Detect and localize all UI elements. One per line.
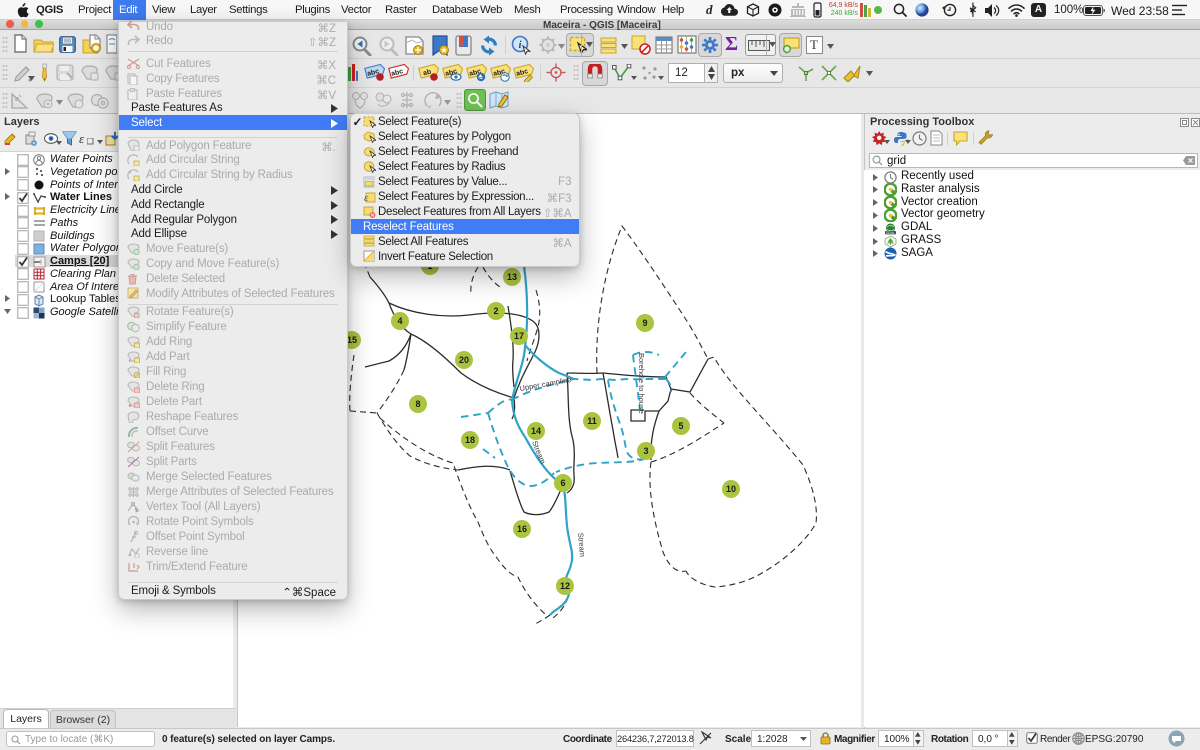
svg-text:3: 3 [643,446,648,456]
svg-text:14: 14 [531,426,541,436]
svg-text:Upper campline: Upper campline [519,375,572,393]
svg-text:13: 13 [507,272,517,282]
svg-text:10: 10 [726,484,736,494]
svg-text:5: 5 [678,421,683,431]
svg-text:15: 15 [347,335,357,345]
svg-text:8: 8 [415,399,420,409]
svg-text:9: 9 [642,318,647,328]
svg-text:abc: abc [390,68,404,78]
svg-text:17: 17 [514,331,524,341]
svg-text:18: 18 [465,435,475,445]
svg-text:11: 11 [587,416,597,426]
svg-text:16: 16 [517,524,527,534]
svg-text:4: 4 [397,316,402,326]
svg-text:2: 2 [493,306,498,316]
svg-text:ε: ε [364,192,369,203]
svg-text:6: 6 [560,478,565,488]
svg-text:12: 12 [560,581,570,591]
svg-text:abc: abc [515,68,529,78]
svg-text:Stream: Stream [576,532,587,557]
svg-text:20: 20 [459,355,469,365]
svg-text:Borehole to house: Borehole to house [637,353,646,414]
